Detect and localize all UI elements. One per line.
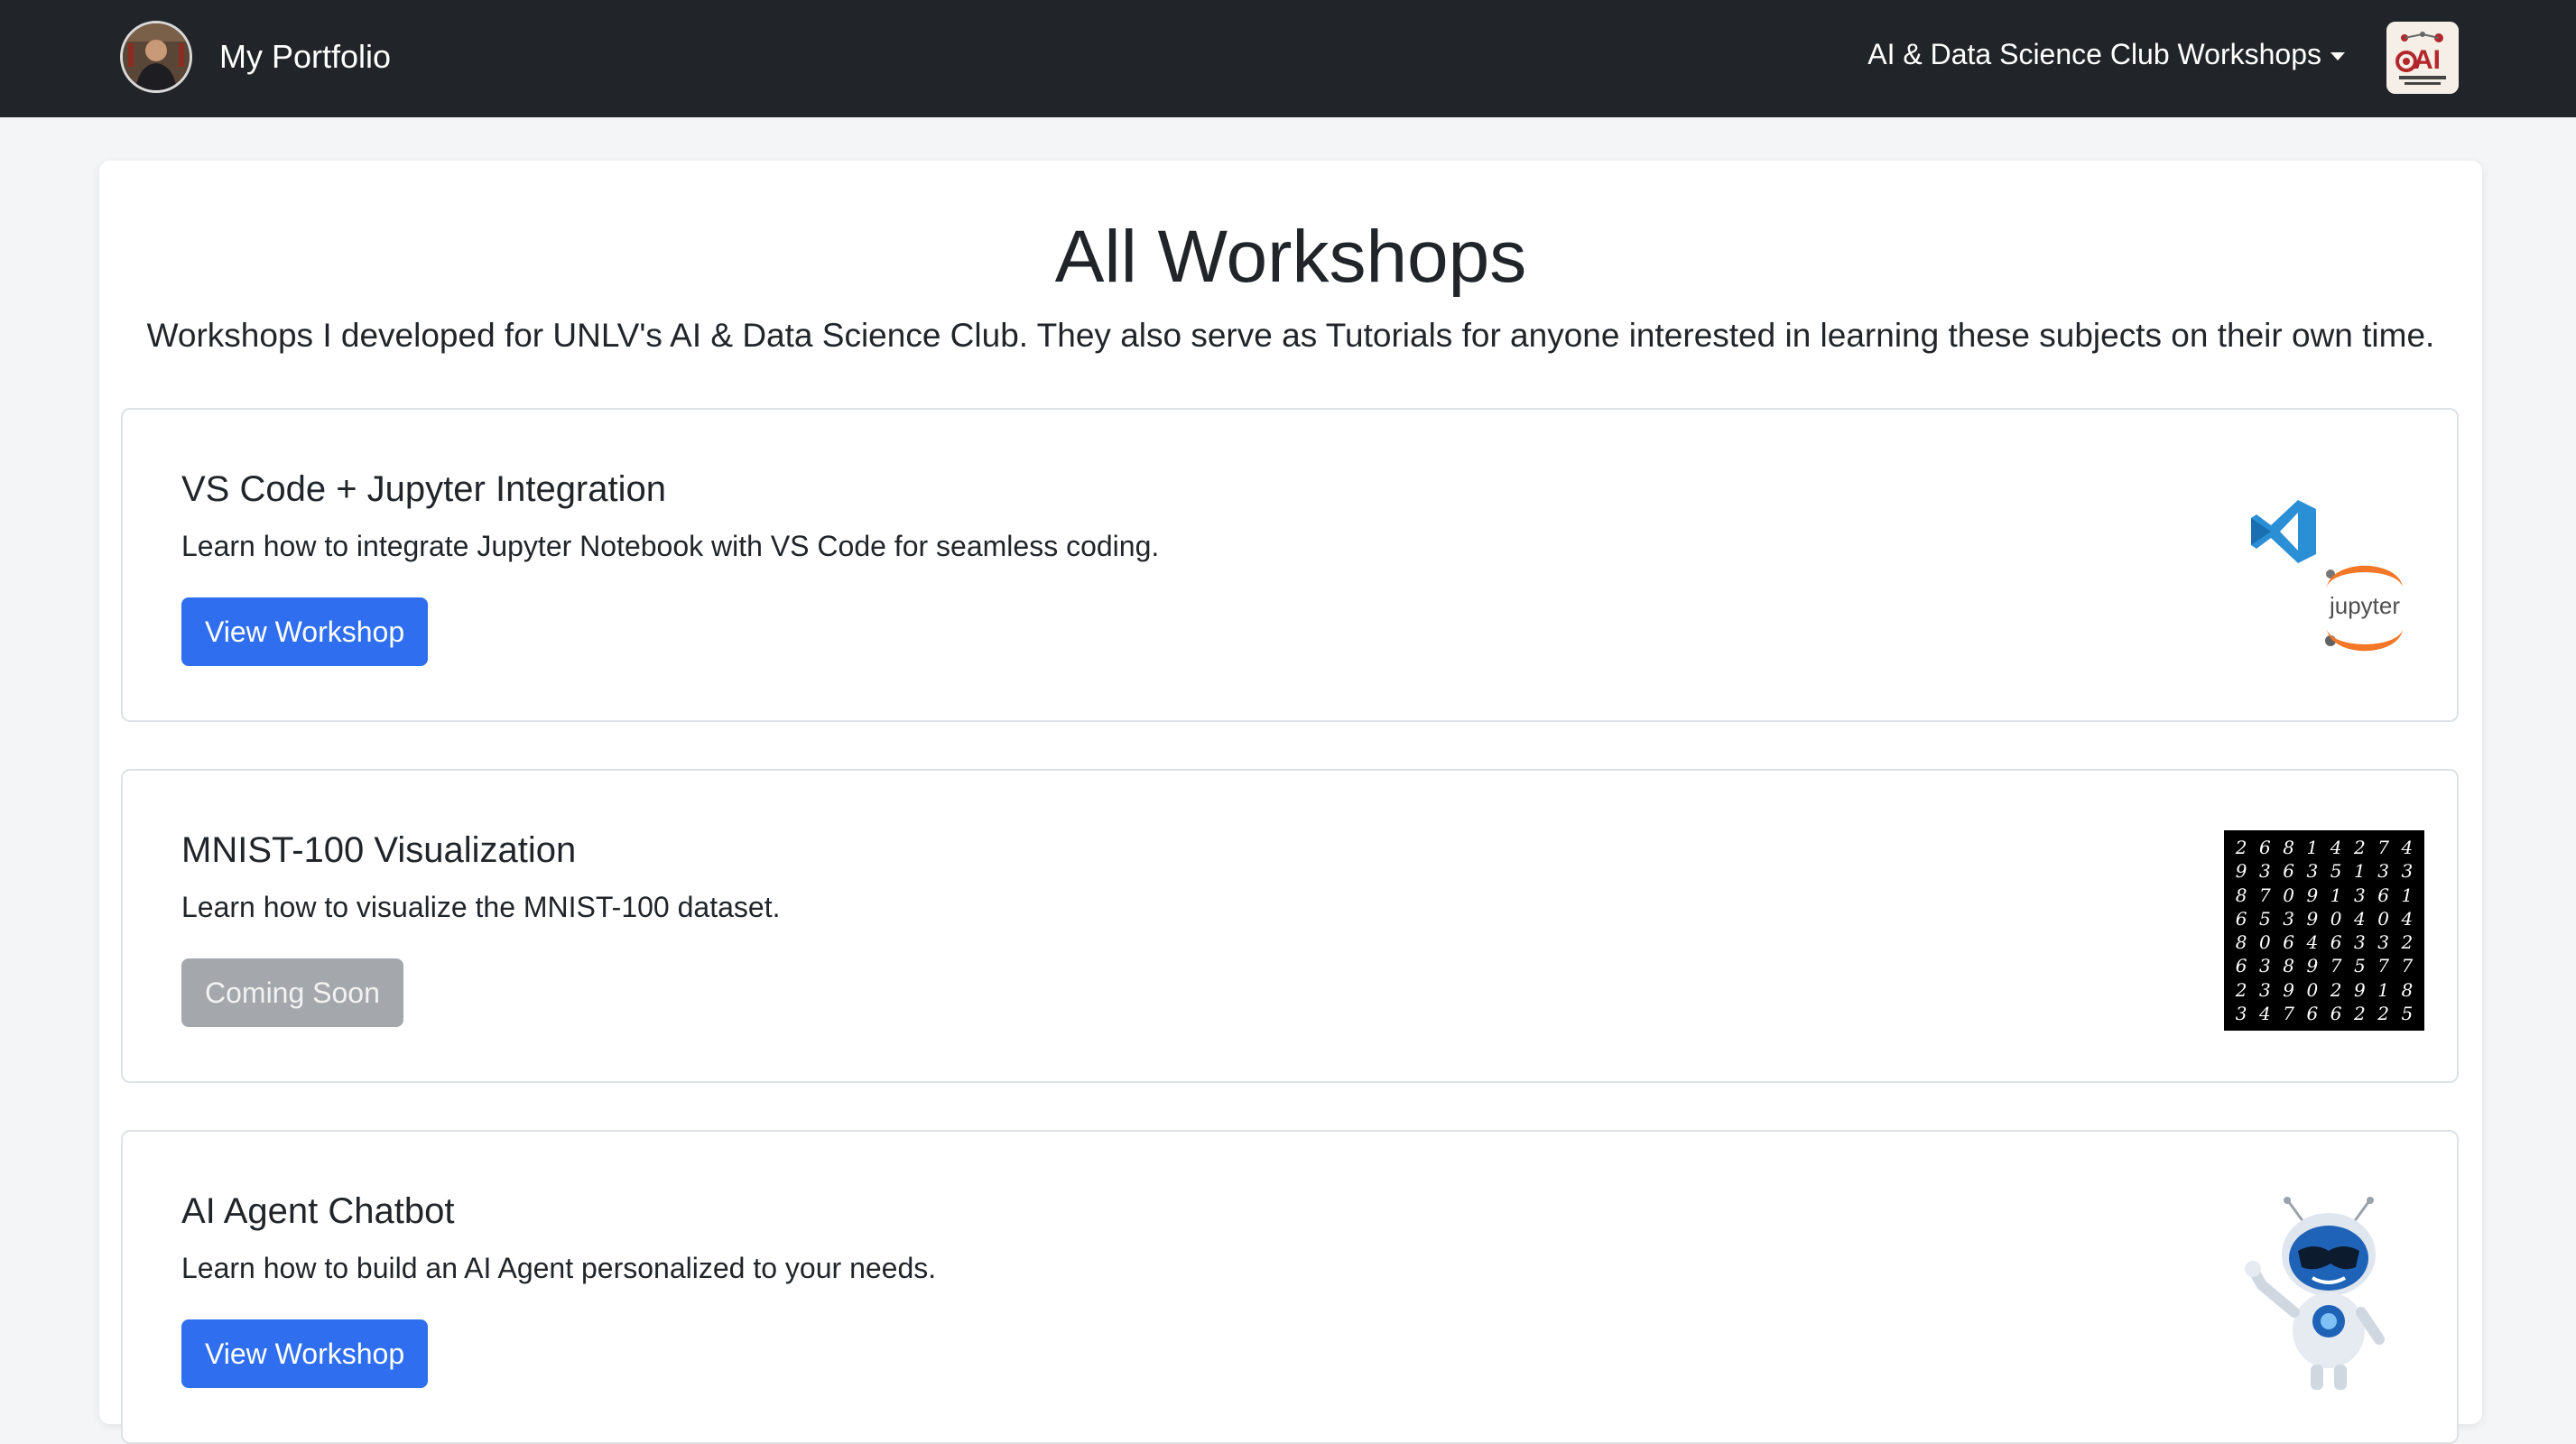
mnist-digit: 0	[2259, 931, 2271, 954]
mnist-digit: 6	[2259, 837, 2271, 859]
page-title: All Workshops	[1054, 216, 1527, 298]
mnist-digit: 5	[2330, 860, 2342, 883]
robot-illustration	[2245, 1197, 2385, 1390]
mnist-digit: 5	[2354, 955, 2366, 977]
mnist-digit: 4	[2354, 907, 2366, 930]
mnist-digit: 9	[2283, 978, 2294, 1001]
club-logo-text: AI	[2414, 45, 2441, 75]
mnist-digit: 1	[2377, 978, 2389, 1001]
mnist-digit: 3	[2377, 931, 2389, 954]
mnist-digit: 8	[2283, 837, 2294, 859]
mnist-digit: 7	[2283, 1002, 2294, 1024]
mnist-digit: 6	[2330, 1002, 2342, 1024]
workshop-card-ai-agent: AI Agent Chatbot Learn how to build an A…	[121, 1130, 2459, 1444]
mnist-digit: 1	[2401, 884, 2414, 906]
mnist-digit: 4	[2306, 931, 2319, 954]
mnist-digit: 6	[2283, 860, 2294, 883]
workshop-card-vscode-jupyter: VS Code + Jupyter Integration Learn how …	[121, 408, 2459, 722]
mnist-digit: 6	[2235, 955, 2247, 977]
mnist-digit: 3	[2235, 1002, 2247, 1024]
mnist-digit: 3	[2401, 860, 2414, 883]
mnist-digit: 9	[2354, 978, 2366, 1001]
mnist-digit: 8	[2401, 978, 2414, 1001]
mnist-digit: 8	[2235, 931, 2247, 954]
club-logo-icon: AI	[2386, 22, 2459, 94]
mnist-digit: 0	[2330, 907, 2342, 930]
page-subtitle: Workshops I developed for UNLV's AI & Da…	[146, 317, 2435, 354]
profile-photo	[123, 23, 190, 90]
mnist-digit: 6	[2330, 931, 2342, 954]
mnist-digit: 1	[2330, 884, 2342, 906]
view-workshop-button[interactable]: View Workshop	[181, 1319, 429, 1388]
workshops-dropdown-label: AI & Data Science Club Workshops	[1867, 38, 2321, 70]
mnist-digit: 5	[2259, 907, 2271, 930]
mnist-digits-image: 2681427493635133870913616539040480646332…	[2224, 830, 2424, 1031]
workshop-description: Learn how to visualize the MNIST-100 dat…	[181, 891, 781, 923]
workshop-description: Learn how to integrate Jupyter Notebook …	[181, 530, 1160, 562]
mnist-digit: 9	[2306, 884, 2319, 906]
workshops-container: All Workshops Workshops I developed for …	[99, 161, 2482, 1444]
caret-down-icon	[2330, 52, 2345, 60]
mnist-digit: 2	[2235, 837, 2247, 859]
workshop-title: AI Agent Chatbot	[181, 1191, 455, 1231]
workshop-title: MNIST-100 Visualization	[181, 830, 577, 870]
mnist-digit: 4	[2330, 837, 2342, 859]
mnist-digit: 6	[2377, 884, 2389, 906]
brand-link[interactable]: My Portfolio	[120, 21, 391, 93]
avatar	[120, 21, 192, 93]
mnist-digit: 2	[2330, 978, 2342, 1001]
mnist-digit: 3	[2259, 955, 2271, 977]
mnist-digit: 7	[2377, 837, 2389, 859]
mnist-digit: 0	[2377, 907, 2389, 930]
mnist-digit: 3	[2283, 907, 2294, 930]
mnist-digit: 5	[2401, 1002, 2414, 1024]
mnist-digit: 1	[2354, 860, 2366, 883]
mnist-digit: 3	[2377, 860, 2389, 883]
workshop-description: Learn how to build an AI Agent personali…	[181, 1252, 937, 1284]
mnist-digit: 9	[2235, 860, 2247, 883]
workshops-dropdown[interactable]: AI & Data Science Club Workshops	[1867, 38, 2345, 71]
mnist-digit: 2	[2377, 1002, 2389, 1024]
mnist-digit: 2	[2401, 931, 2414, 954]
mnist-digit: 9	[2306, 955, 2319, 977]
mnist-digit: 7	[2377, 955, 2389, 977]
mnist-digit: 4	[2259, 1002, 2271, 1024]
mnist-digit: 2	[2354, 1002, 2366, 1024]
mnist-digit: 0	[2283, 884, 2294, 906]
view-workshop-button[interactable]: View Workshop	[181, 597, 429, 666]
mnist-digit: 3	[2259, 978, 2271, 1001]
mnist-digit: 8	[2283, 955, 2294, 977]
top-navbar: My Portfolio AI & Data Science Club Work…	[0, 0, 2576, 117]
mnist-digit: 3	[2354, 931, 2366, 954]
mnist-digit: 3	[2259, 860, 2271, 883]
workshop-title: VS Code + Jupyter Integration	[181, 469, 666, 509]
mnist-digit: 1	[2306, 837, 2319, 859]
vscode-jupyter-logo: jupyter	[2251, 500, 2403, 652]
mnist-digit: 3	[2306, 860, 2319, 883]
jupyter-wordmark: jupyter	[2329, 592, 2400, 619]
mnist-digit: 4	[2401, 837, 2414, 859]
mnist-digit: 3	[2354, 884, 2366, 906]
mnist-digit: 6	[2283, 931, 2294, 954]
workshop-card-mnist: MNIST-100 Visualization Learn how to vis…	[121, 769, 2459, 1083]
mnist-digit: 8	[2235, 884, 2247, 906]
club-logo[interactable]: AI	[2386, 22, 2459, 94]
mnist-digit: 9	[2306, 907, 2319, 930]
mnist-digit: 6	[2235, 907, 2247, 930]
mnist-digit: 2	[2235, 978, 2247, 1001]
coming-soon-button[interactable]: Coming Soon	[181, 958, 403, 1027]
vscode-icon	[2251, 500, 2316, 563]
mnist-digit: 0	[2306, 978, 2319, 1001]
mnist-digit: 7	[2330, 955, 2342, 977]
mnist-digit: 2	[2354, 837, 2366, 859]
mnist-digit: 7	[2401, 955, 2414, 977]
brand-title: My Portfolio	[219, 38, 392, 75]
mnist-digit: 4	[2401, 907, 2414, 930]
jupyter-icon: jupyter	[2325, 565, 2403, 652]
mnist-digit: 6	[2306, 1002, 2319, 1024]
mnist-digit: 7	[2259, 884, 2271, 906]
